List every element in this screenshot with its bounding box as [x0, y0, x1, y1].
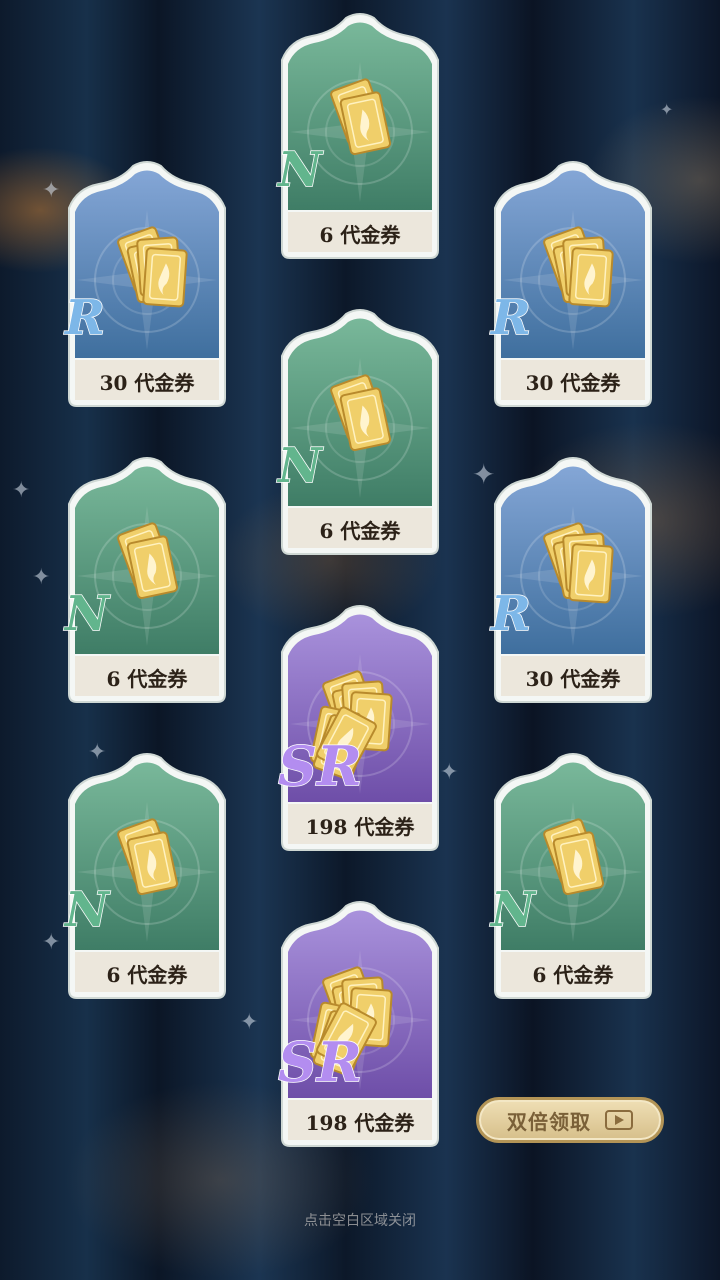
- sparkle-decor: ✦: [32, 565, 51, 590]
- sparkle-decor: ✦: [12, 478, 31, 503]
- video-ad-icon: [605, 1110, 633, 1130]
- rarity-badge: N: [277, 437, 322, 495]
- reward-label: 6 代金券: [106, 963, 188, 987]
- rarity-badge: R: [64, 289, 105, 347]
- rarity-badge: N: [64, 881, 109, 939]
- sparkle-decor: ✦: [240, 1010, 259, 1035]
- rarity-badge: N: [64, 585, 109, 643]
- reward-card-r[interactable]: R 30 代金券: [59, 160, 235, 410]
- reward-label: 6 代金券: [319, 223, 401, 247]
- reward-label: 6 代金券: [319, 519, 401, 543]
- rarity-badge: SR: [277, 733, 362, 799]
- double-claim-button[interactable]: 双倍领取: [476, 1097, 664, 1143]
- reward-label: 198 代金券: [305, 815, 415, 839]
- reward-card-n[interactable]: N 6 代金券: [272, 308, 448, 558]
- reward-label: 6 代金券: [106, 667, 188, 691]
- reward-card-n[interactable]: N 6 代金券: [272, 12, 448, 262]
- reward-card-sr[interactable]: SR 198 代金券: [272, 604, 448, 854]
- sparkle-decor: ✦: [42, 930, 61, 955]
- reward-label: 30 代金券: [99, 371, 195, 395]
- reward-card-r[interactable]: R 30 代金券: [485, 160, 661, 410]
- rarity-badge: R: [490, 585, 531, 643]
- reward-card-n[interactable]: N 6 代金券: [485, 752, 661, 1002]
- double-claim-label: 双倍领取: [507, 1109, 591, 1134]
- reward-label: 198 代金券: [305, 1111, 415, 1135]
- reward-card-n[interactable]: N 6 代金券: [59, 456, 235, 706]
- reward-card-n[interactable]: N 6 代金券: [59, 752, 235, 1002]
- rarity-badge: N: [277, 141, 322, 199]
- sparkle-decor: ✦: [42, 178, 61, 203]
- rarity-badge: SR: [277, 1029, 362, 1095]
- close-hint[interactable]: 点击空白区域关闭: [0, 1210, 720, 1230]
- rarity-badge: R: [490, 289, 531, 347]
- sparkle-decor: ✦: [660, 100, 674, 119]
- reward-label: 6 代金券: [532, 963, 614, 987]
- reward-card-sr[interactable]: SR 198 代金券: [272, 900, 448, 1150]
- reward-label: 30 代金券: [525, 371, 621, 395]
- reward-card-r[interactable]: R 30 代金券: [485, 456, 661, 706]
- reward-label: 30 代金券: [525, 667, 621, 691]
- rarity-badge: N: [490, 881, 535, 939]
